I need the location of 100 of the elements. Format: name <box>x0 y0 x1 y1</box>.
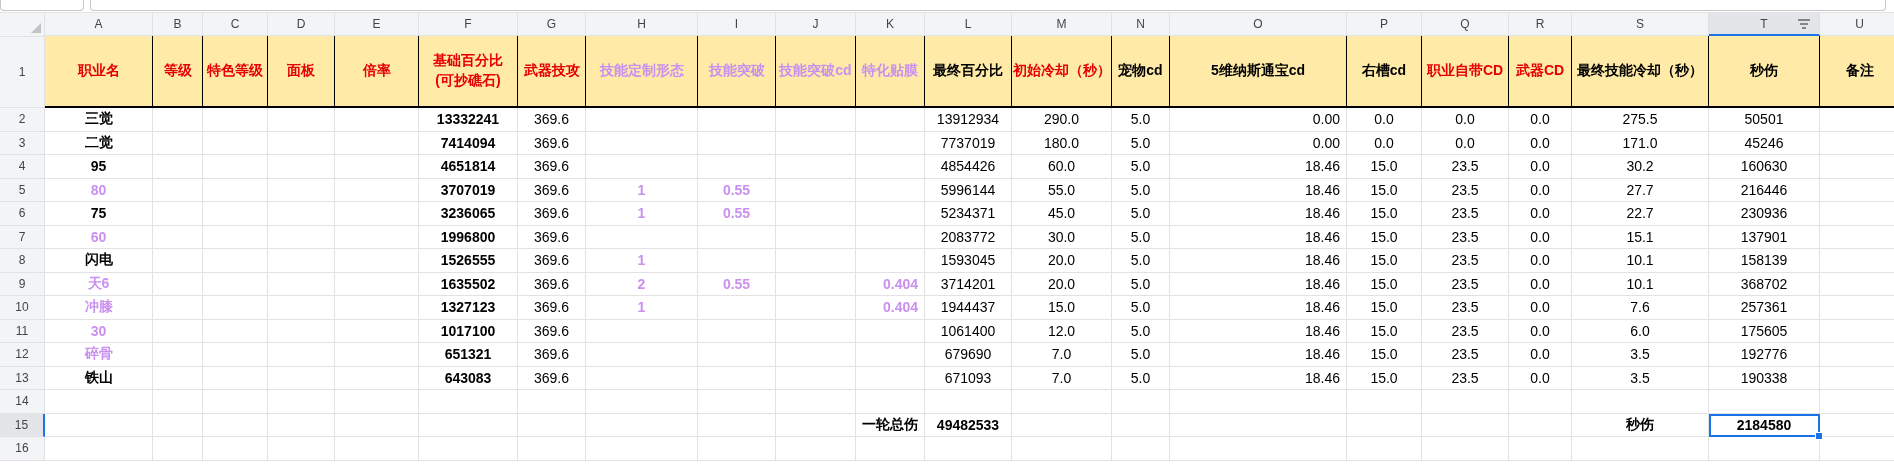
column-header[interactable]: N <box>1112 13 1170 36</box>
row-header[interactable]: 4 <box>0 155 45 179</box>
row-header[interactable]: 6 <box>0 202 45 226</box>
column-title: 备注 <box>1845 61 1874 81</box>
fill-handle[interactable] <box>1815 432 1823 440</box>
table-cell: 0.55 <box>698 202 776 226</box>
row-header[interactable]: 14 <box>0 390 45 414</box>
table-cell: 5.0 <box>1112 296 1170 320</box>
row-header[interactable]: 1 <box>0 36 45 108</box>
empty-cell <box>153 225 203 249</box>
row-header[interactable]: 3 <box>0 131 45 155</box>
empty-cell <box>268 178 335 202</box>
empty-cell <box>518 437 586 461</box>
table-cell: 2 <box>586 272 698 296</box>
empty-cell <box>518 413 586 437</box>
table-cell: 18.46 <box>1170 343 1347 367</box>
column-header[interactable]: C <box>203 13 268 36</box>
table-cell: 1017100 <box>419 319 518 343</box>
table-cell: 3236065 <box>419 202 518 226</box>
table-cell: 7.0 <box>1012 366 1112 390</box>
column-header[interactable]: P <box>1347 13 1422 36</box>
table-cell: 369.6 <box>518 225 586 249</box>
empty-cell <box>268 366 335 390</box>
row-header[interactable]: 10 <box>0 296 45 320</box>
column-header[interactable]: D <box>268 13 335 36</box>
row-header[interactable]: 7 <box>0 225 45 249</box>
row-header[interactable]: 9 <box>0 272 45 296</box>
table-cell: 55.0 <box>1012 178 1112 202</box>
table-cell: 15.1 <box>1572 225 1709 249</box>
column-header[interactable]: T <box>1709 13 1820 36</box>
column-title: 5维纳斯通宝cd <box>1210 61 1306 81</box>
table-cell: 15.0 <box>1012 296 1112 320</box>
table-cell: 216446 <box>1709 178 1820 202</box>
column-header[interactable]: O <box>1170 13 1347 36</box>
table-cell: 22.7 <box>1572 202 1709 226</box>
column-header[interactable]: K <box>856 13 925 36</box>
column-title: 初始冷却（秒） <box>1012 61 1111 81</box>
table-cell: 27.7 <box>1572 178 1709 202</box>
column-header[interactable]: F <box>419 13 518 36</box>
column-header[interactable]: B <box>153 13 203 36</box>
table-cell: 15.0 <box>1347 366 1422 390</box>
table-cell: 95 <box>45 155 153 179</box>
row-header[interactable]: 12 <box>0 343 45 367</box>
row-header[interactable]: 11 <box>0 319 45 343</box>
column-header[interactable]: M <box>1012 13 1112 36</box>
empty-cell <box>153 413 203 437</box>
table-cell: 15.0 <box>1347 249 1422 273</box>
empty-cell <box>268 319 335 343</box>
empty-cell <box>856 437 925 461</box>
select-all-corner[interactable] <box>0 13 45 37</box>
table-cell: 15.0 <box>1347 343 1422 367</box>
row-header[interactable]: 16 <box>0 437 45 461</box>
table-cell: 冲膝 <box>45 296 153 320</box>
row-header[interactable]: 5 <box>0 178 45 202</box>
column-header[interactable]: Q <box>1422 13 1509 36</box>
table-cell: 15.0 <box>1347 202 1422 226</box>
table-cell: 175605 <box>1709 319 1820 343</box>
corner-triangle-icon <box>31 23 41 33</box>
column-header[interactable]: I <box>698 13 776 36</box>
row-header[interactable]: 13 <box>0 366 45 390</box>
column-title: 武器技攻 <box>523 61 580 81</box>
table-cell: 369.6 <box>518 249 586 273</box>
name-box-field[interactable] <box>0 0 84 11</box>
column-header[interactable]: L <box>925 13 1012 36</box>
table-cell: 天6 <box>45 272 153 296</box>
row-header[interactable]: 8 <box>0 249 45 273</box>
table-cell: 180.0 <box>1012 131 1112 155</box>
filter-icon[interactable] <box>1797 19 1811 31</box>
table-cell: 369.6 <box>518 155 586 179</box>
table-cell: 1 <box>586 202 698 226</box>
column-header[interactable]: H <box>586 13 698 36</box>
column-header[interactable]: A <box>45 13 153 36</box>
empty-cell <box>856 343 925 367</box>
empty-cell <box>203 155 268 179</box>
table-cell: 651321 <box>419 343 518 367</box>
table-cell: 60 <box>45 225 153 249</box>
column-header[interactable]: S <box>1572 13 1709 36</box>
column-header[interactable]: J <box>776 13 856 36</box>
row-header[interactable]: 2 <box>0 108 45 132</box>
column-title: 基础百分比 (可抄礁石) <box>433 51 503 90</box>
empty-cell <box>153 390 203 414</box>
empty-cell <box>268 249 335 273</box>
selected-cell[interactable]: 2184580 <box>1709 413 1820 437</box>
empty-cell <box>203 366 268 390</box>
table-cell: 5.0 <box>1112 202 1170 226</box>
table-cell: 一轮总伤 <box>856 413 925 437</box>
column-header[interactable]: U <box>1820 13 1894 36</box>
table-cell: 190338 <box>1709 366 1820 390</box>
empty-cell <box>1112 437 1170 461</box>
column-header[interactable]: E <box>335 13 419 36</box>
column-header[interactable]: G <box>518 13 586 36</box>
column-title: 面板 <box>287 61 315 81</box>
empty-cell <box>203 413 268 437</box>
formula-bar-field[interactable] <box>90 0 1886 11</box>
empty-cell <box>203 390 268 414</box>
table-cell: 12.0 <box>1012 319 1112 343</box>
table-cell: 18.46 <box>1170 249 1347 273</box>
column-header[interactable]: R <box>1509 13 1572 36</box>
empty-cell <box>856 319 925 343</box>
row-header[interactable]: 15 <box>0 413 45 437</box>
